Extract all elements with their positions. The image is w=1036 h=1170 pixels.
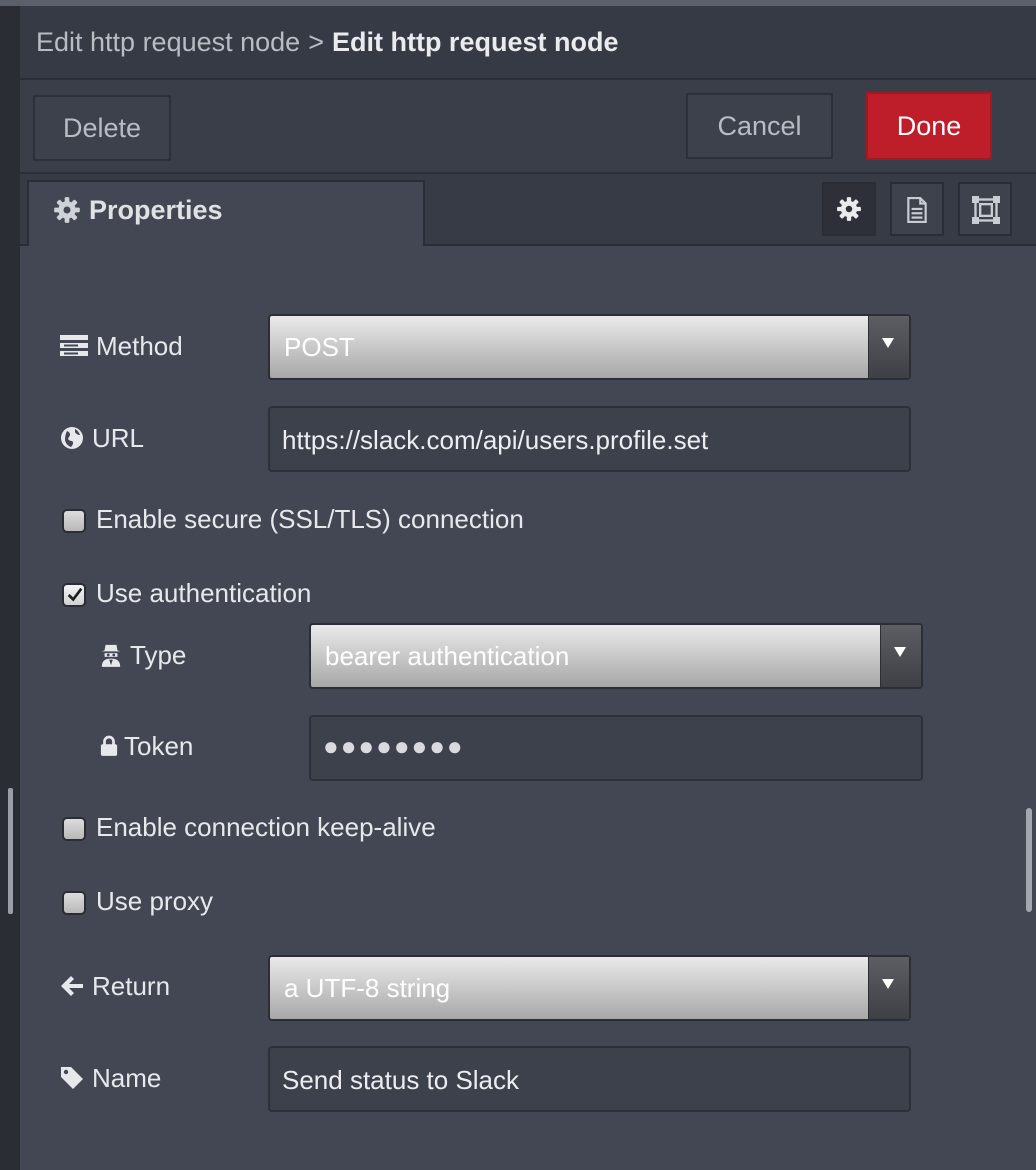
tab-appearance[interactable] [958,182,1012,236]
auth-type-select[interactable]: bearer authentication [309,623,923,689]
tab-properties[interactable]: Properties [27,180,425,246]
keepalive-checkbox-label[interactable]: Enable connection keep-alive [96,812,436,843]
tab-bar: Properties [20,174,1036,246]
auth-type-dropdown-arrow[interactable] [880,625,921,687]
scrollbar-thumb[interactable] [1026,808,1032,912]
return-dropdown-arrow[interactable] [868,957,909,1019]
done-button[interactable]: Done [866,92,992,160]
auth-type-select-value: bearer authentication [325,641,570,671]
auth-checkbox[interactable] [62,583,86,607]
proxy-checkbox[interactable] [62,891,86,915]
tab-settings[interactable] [822,182,876,236]
checkmark-icon [67,587,83,602]
name-field[interactable]: Send status to Slack [268,1046,911,1112]
description-icon [907,197,927,223]
chevron-down-icon [882,979,894,989]
method-select[interactable]: POST [268,314,911,380]
delete-button[interactable]: Delete [33,95,171,161]
method-select-value: POST [284,332,355,362]
token-field[interactable]: ●●●●●●●● [309,715,923,781]
user-secret-icon [101,644,121,667]
breadcrumb-parent[interactable]: Edit http request node [36,27,300,57]
gear-icon [54,197,80,223]
globe-icon [61,427,83,449]
token-field-value: ●●●●●●●● [323,731,465,761]
chevron-down-icon [882,338,894,348]
tab-description[interactable] [890,182,944,236]
breadcrumb: Edit http request node > Edit http request… [36,6,618,78]
tray-toolbar: Delete Cancel Done [20,80,1036,174]
breadcrumb-current: Edit http request node [331,27,619,57]
lock-icon [100,735,118,756]
arrow-left-icon [61,976,83,996]
method-dropdown-arrow[interactable] [868,316,909,378]
list-icon [60,335,88,356]
tab-properties-label: Properties [89,195,223,225]
return-select[interactable]: a UTF-8 string [268,955,911,1021]
tray-header: Edit http request node > Edit http request… [20,6,1036,80]
cancel-button[interactable]: Cancel [686,93,833,159]
gear-icon [837,197,861,221]
proxy-checkbox-label[interactable]: Use proxy [96,886,213,917]
name-field-value: Send status to Slack [282,1065,520,1095]
edit-tray: Edit http request node > Edit http request… [20,6,1036,1170]
url-field[interactable]: https://slack.com/api/users.profile.set [268,406,911,472]
return-select-value: a UTF-8 string [284,973,451,1003]
ssl-checkbox[interactable] [62,509,86,533]
url-field-value: https://slack.com/api/users.profile.set [282,425,709,455]
chevron-down-icon [894,647,906,657]
workspace-edge [0,6,20,1170]
ssl-checkbox-label[interactable]: Enable secure (SSL/TLS) connection [96,504,524,535]
appearance-icon [972,196,1000,224]
auth-checkbox-label[interactable]: Use authentication [96,578,311,609]
resize-handle-left[interactable] [8,788,13,914]
keepalive-checkbox[interactable] [62,817,86,841]
tag-icon [61,1067,83,1089]
breadcrumb-separator: > [308,27,324,57]
